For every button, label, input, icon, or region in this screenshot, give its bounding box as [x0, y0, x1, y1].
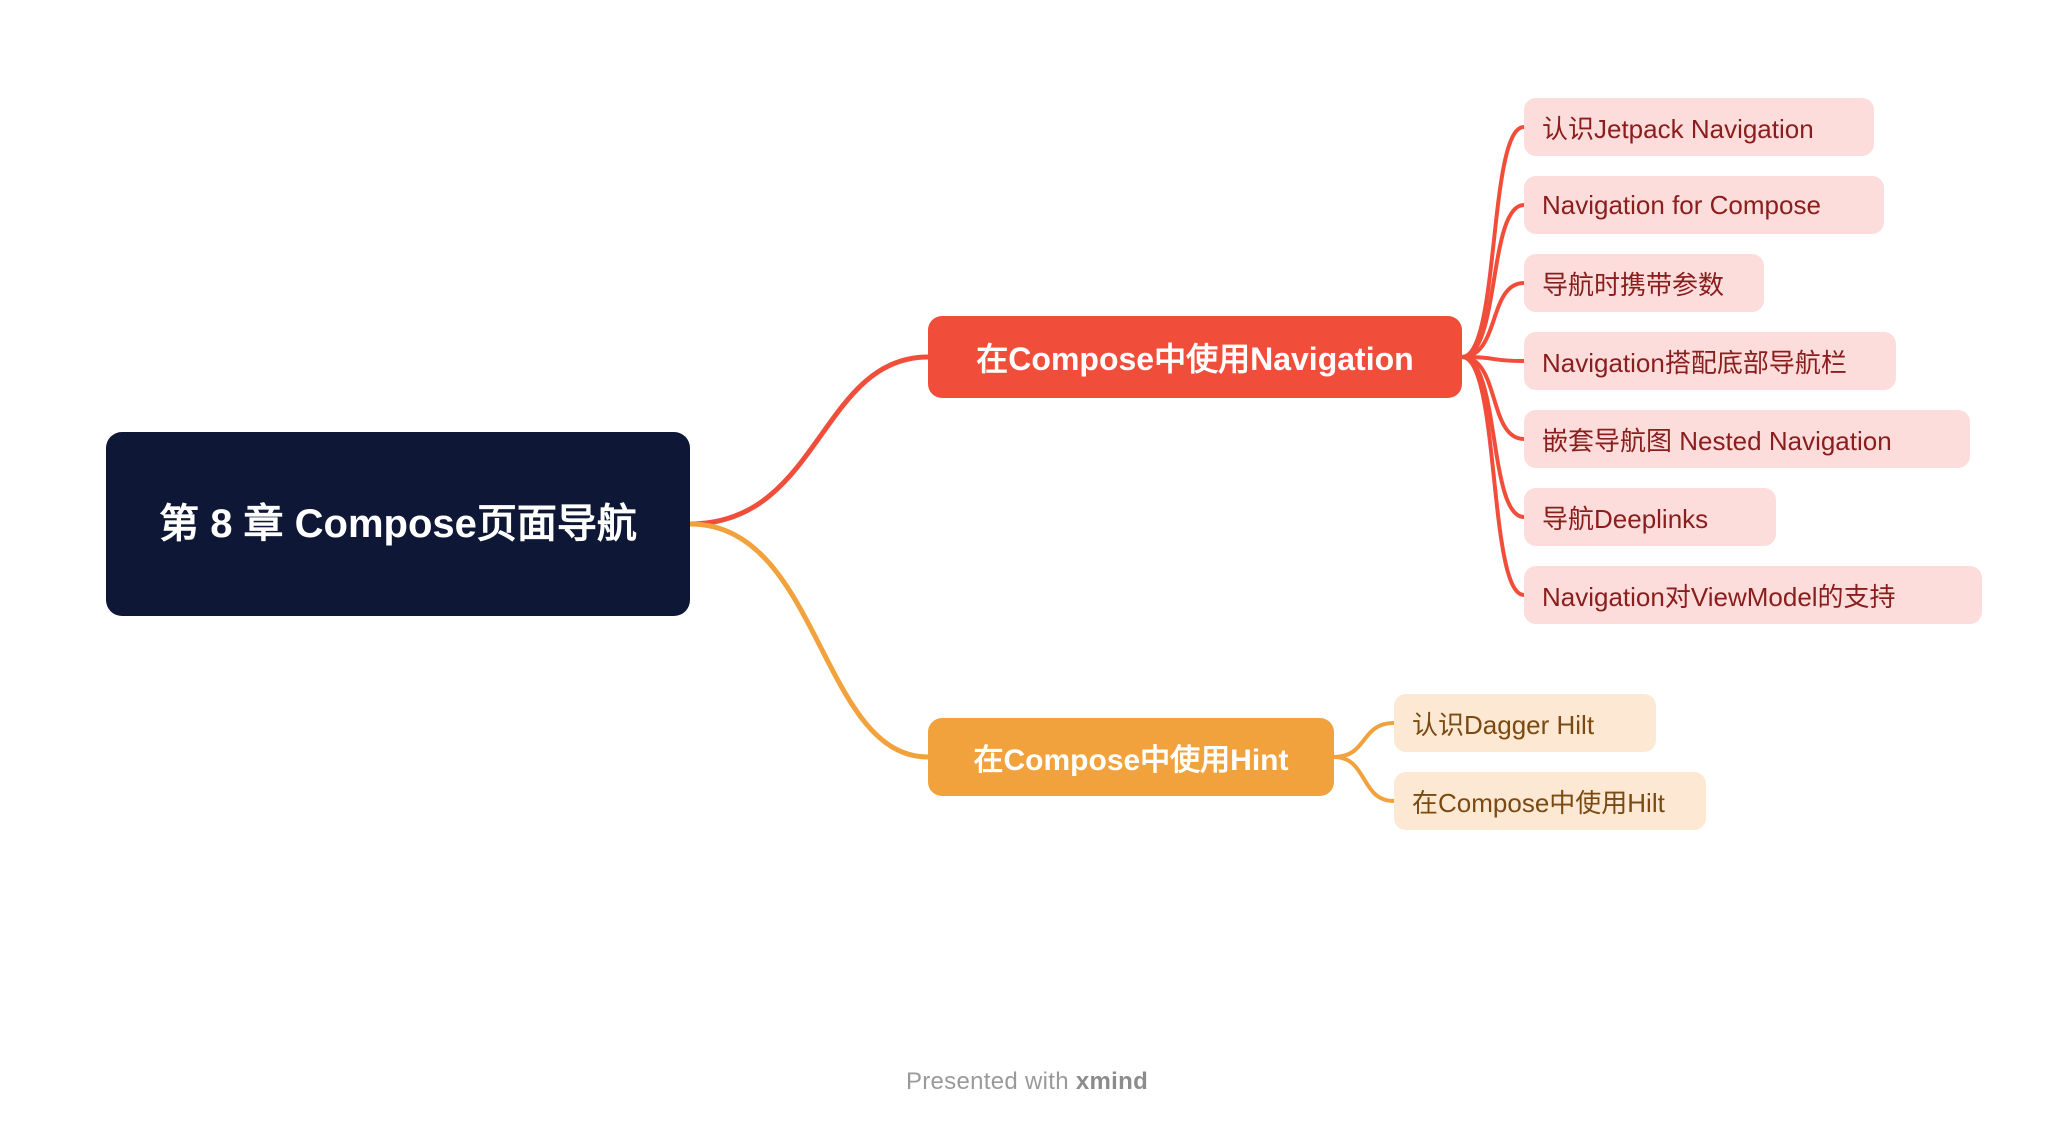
footer-brand: xmind — [1076, 1068, 1148, 1095]
leaf-navigation-for-compose[interactable]: Navigation for Compose — [1524, 176, 1884, 234]
mindmap-canvas: 第 8 章 Compose页面导航 在Compose中使用Navigation … — [0, 0, 2054, 1134]
footer-prefix: Presented with — [906, 1068, 1076, 1095]
connector-b1-l4 — [1462, 357, 1524, 439]
leaf-nav-bottom-bar[interactable]: Navigation搭配底部导航栏 — [1524, 332, 1896, 390]
connector-b2-m1 — [1334, 757, 1394, 801]
branch-navigation-label: 在Compose中使用Navigation — [976, 334, 1413, 380]
leaf-label: Navigation for Compose — [1542, 190, 1821, 221]
root-title: 第 8 章 Compose页面导航 — [159, 496, 637, 552]
leaf-nested-navigation[interactable]: 嵌套导航图 Nested Navigation — [1524, 410, 1970, 468]
footer: Presented with xmind — [0, 1068, 2054, 1096]
leaf-compose-hilt[interactable]: 在Compose中使用Hilt — [1394, 772, 1706, 830]
branch-hint-label: 在Compose中使用Hint — [974, 735, 1289, 779]
connector-root-branch1 — [690, 357, 928, 524]
leaf-label: 认识Jetpack Navigation — [1542, 109, 1814, 146]
leaf-label: Navigation搭配底部导航栏 — [1542, 343, 1847, 380]
leaf-label: 导航时携带参数 — [1542, 265, 1724, 302]
leaf-label: 在Compose中使用Hilt — [1412, 783, 1665, 820]
connector-b1-l2 — [1462, 283, 1524, 357]
leaf-deeplinks[interactable]: 导航Deeplinks — [1524, 488, 1776, 546]
leaf-jetpack-navigation[interactable]: 认识Jetpack Navigation — [1524, 98, 1874, 156]
connector-b2-m0 — [1334, 723, 1394, 757]
connector-b1-l1 — [1462, 205, 1524, 357]
root-node[interactable]: 第 8 章 Compose页面导航 — [106, 432, 690, 616]
leaf-label: 嵌套导航图 Nested Navigation — [1542, 421, 1892, 458]
branch-hint[interactable]: 在Compose中使用Hint — [928, 718, 1334, 796]
leaf-label: 认识Dagger Hilt — [1412, 705, 1594, 742]
connector-root-branch2 — [690, 524, 928, 757]
leaf-dagger-hilt[interactable]: 认识Dagger Hilt — [1394, 694, 1656, 752]
leaf-label: Navigation对ViewModel的支持 — [1542, 577, 1896, 614]
connector-b1-l5 — [1462, 357, 1524, 517]
leaf-label: 导航Deeplinks — [1542, 499, 1708, 536]
leaf-nav-with-args[interactable]: 导航时携带参数 — [1524, 254, 1764, 312]
connector-b1-l3 — [1462, 357, 1524, 361]
connector-b1-l6 — [1462, 357, 1524, 595]
branch-navigation[interactable]: 在Compose中使用Navigation — [928, 316, 1462, 398]
connector-b1-l0 — [1462, 127, 1524, 357]
leaf-viewmodel-support[interactable]: Navigation对ViewModel的支持 — [1524, 566, 1982, 624]
